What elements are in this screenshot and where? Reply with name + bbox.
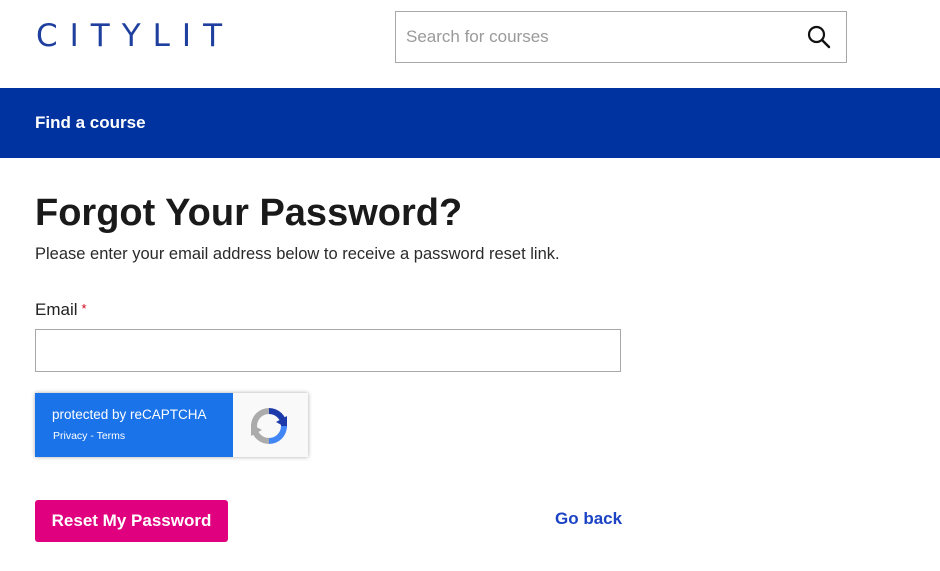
search-button[interactable]: [806, 24, 832, 50]
recaptcha-info-panel: protected by reCAPTCHA Privacy - Terms: [35, 393, 233, 457]
search-bar: [395, 11, 847, 63]
recaptcha-badge: protected by reCAPTCHA Privacy - Terms: [35, 393, 308, 457]
recaptcha-links: Privacy - Terms: [53, 430, 125, 442]
recaptcha-title: protected by reCAPTCHA: [52, 407, 207, 422]
recaptcha-link-separator: -: [87, 430, 97, 442]
email-field[interactable]: [35, 329, 621, 372]
email-label-text: Email: [35, 300, 78, 319]
reset-password-button[interactable]: Reset My Password: [35, 500, 228, 542]
page-subtitle: Please enter your email address below to…: [35, 245, 560, 263]
nav-item-find-a-course[interactable]: Find a course: [35, 113, 146, 133]
main-nav: Find a course: [0, 88, 940, 158]
recaptcha-privacy-link[interactable]: Privacy: [53, 430, 87, 442]
required-marker: *: [81, 301, 87, 316]
search-input[interactable]: [396, 12, 786, 62]
recaptcha-logo-icon: [251, 408, 287, 444]
page-title: Forgot Your Password?: [35, 192, 463, 234]
search-icon: [807, 25, 831, 49]
email-label: Email *: [35, 300, 87, 320]
go-back-link[interactable]: Go back: [555, 509, 622, 529]
citylit-logo[interactable]: CITYLIT: [36, 18, 234, 54]
recaptcha-terms-link[interactable]: Terms: [97, 430, 126, 442]
